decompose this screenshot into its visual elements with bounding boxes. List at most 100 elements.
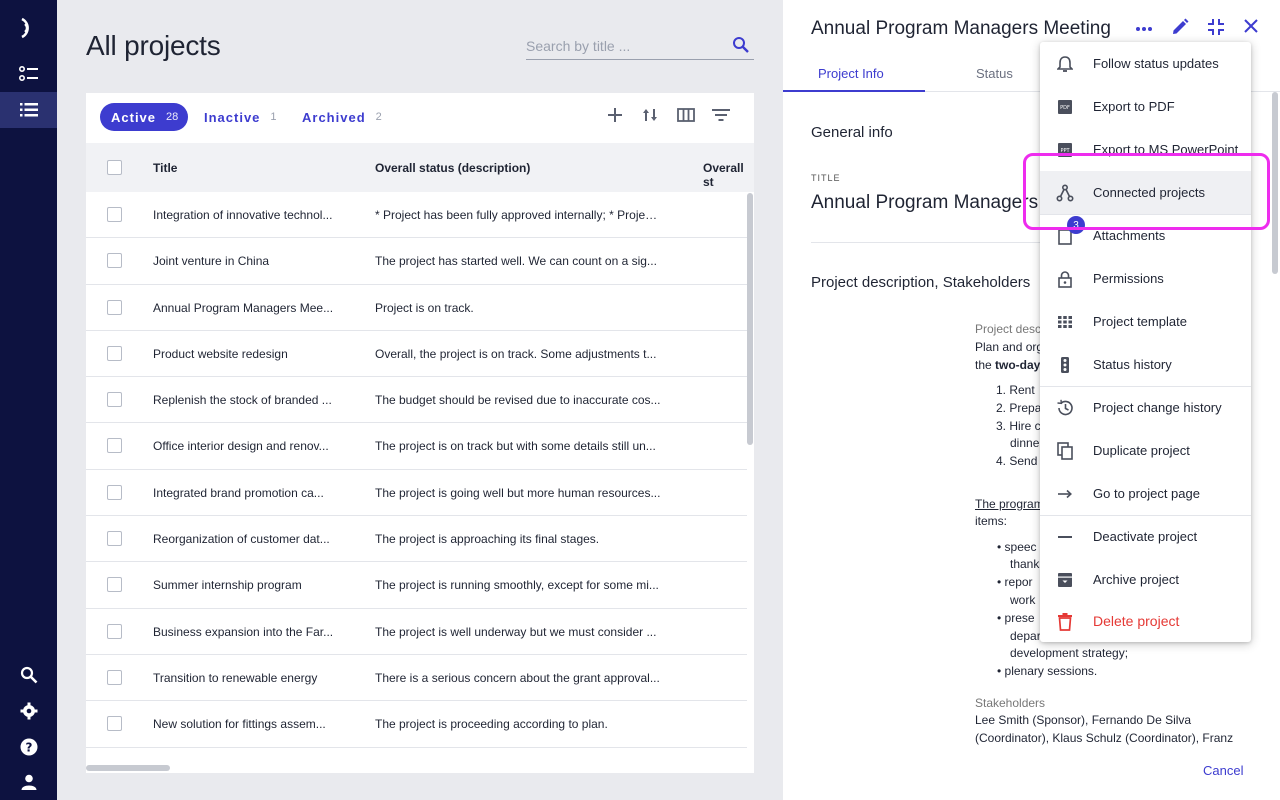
menu-item-duplicate-project[interactable]: Duplicate project xyxy=(1040,429,1251,472)
table-body: Integration of innovative technol... * Pr… xyxy=(86,192,747,748)
row-status: There is a serious concern about the gra… xyxy=(375,670,660,685)
projects-card: Active 28 Inactive 1 Archived 2 Title Overa… xyxy=(86,93,754,773)
row-checkbox[interactable] xyxy=(107,253,122,269)
history-icon xyxy=(1055,398,1075,418)
table-row[interactable]: New solution for fittings assem... The pr… xyxy=(86,701,747,748)
tab-status[interactable]: Status xyxy=(976,66,1013,81)
row-checkbox[interactable] xyxy=(107,299,122,315)
arrow-right-icon xyxy=(1055,484,1075,504)
tab-inactive[interactable]: Inactive 1 xyxy=(204,103,277,131)
app-logo-icon[interactable] xyxy=(0,10,57,46)
row-checkbox[interactable] xyxy=(107,345,122,361)
menu-item-project-template[interactable]: Project template xyxy=(1040,300,1251,343)
menu-item-deactivate-project[interactable]: Deactivate project xyxy=(1040,515,1251,558)
collapse-icon[interactable] xyxy=(1207,18,1225,41)
archive-icon xyxy=(1055,570,1075,590)
row-checkbox[interactable] xyxy=(107,531,122,547)
search-icon[interactable] xyxy=(0,657,57,693)
row-title: Integrated brand promotion ca... xyxy=(153,485,324,500)
tab-project-info[interactable]: Project Info xyxy=(818,66,884,81)
table-vertical-scrollbar[interactable] xyxy=(747,193,753,445)
grid-icon xyxy=(1055,312,1075,332)
table-toolbar: Active 28 Inactive 1 Archived 2 xyxy=(86,93,754,143)
table-row[interactable]: Integrated brand promotion ca... The proj… xyxy=(86,470,747,517)
table-row[interactable]: Reorganization of customer dat... The pro… xyxy=(86,516,747,563)
bullet-item: development strategy; xyxy=(1010,646,1129,660)
description-line: Plan and org xyxy=(975,340,1044,354)
table-row[interactable]: Replenish the stock of branded ... The bu… xyxy=(86,377,747,424)
stakeholders-label: Stakeholders xyxy=(975,696,1046,710)
columns-icon[interactable] xyxy=(677,107,695,128)
numbered-item: 3. Hire c xyxy=(996,419,1041,433)
table-row[interactable]: Product website redesign Overall, the pro… xyxy=(86,331,747,378)
search-icon[interactable] xyxy=(732,36,750,59)
description-heading: Project description, Stakeholders xyxy=(811,274,1031,291)
highlight-annotation xyxy=(1023,153,1270,230)
tasks-icon[interactable] xyxy=(0,56,57,92)
table-horizontal-scrollbar[interactable] xyxy=(86,765,170,771)
row-checkbox[interactable] xyxy=(107,577,122,593)
add-icon[interactable] xyxy=(607,107,623,128)
menu-item-status-history[interactable]: Status history xyxy=(1040,343,1251,386)
row-checkbox[interactable] xyxy=(107,623,122,639)
row-status: The project is on track but with some de… xyxy=(375,439,656,454)
menu-item-go-to-project-page[interactable]: Go to project page xyxy=(1040,472,1251,515)
bullet-item: thank xyxy=(1010,557,1040,571)
row-checkbox[interactable] xyxy=(107,716,122,732)
bell-icon xyxy=(1055,54,1075,74)
description-label: Project desc xyxy=(975,322,1042,336)
table-row[interactable]: Annual Program Managers Mee... Project is… xyxy=(86,285,747,331)
menu-item-project-change-history[interactable]: Project change history xyxy=(1040,386,1251,429)
user-avatar-icon[interactable] xyxy=(0,764,57,800)
program-link[interactable]: The program xyxy=(975,496,1044,514)
table-row[interactable]: Joint venture in China The project has st… xyxy=(86,238,747,285)
lock-icon xyxy=(1055,269,1075,289)
column-header-title[interactable]: Title xyxy=(153,161,177,175)
numbered-item: 1. Rent xyxy=(996,383,1035,397)
row-checkbox[interactable] xyxy=(107,438,122,454)
page-title: All projects xyxy=(86,30,221,61)
row-status: The project is proceeding according to p… xyxy=(375,717,608,732)
gear-icon[interactable] xyxy=(0,693,57,729)
detail-scrollbar[interactable] xyxy=(1272,92,1278,274)
row-status: * Project has been fully approved intern… xyxy=(375,208,661,222)
search-input[interactable] xyxy=(526,34,722,58)
row-checkbox[interactable] xyxy=(107,207,122,222)
close-icon[interactable] xyxy=(1243,18,1259,39)
bullet-item: work xyxy=(1010,593,1036,607)
cancel-button[interactable]: Cancel xyxy=(1203,763,1243,778)
bullet-item: depar xyxy=(1010,629,1041,643)
sort-icon[interactable] xyxy=(642,107,658,128)
edit-icon[interactable] xyxy=(1171,18,1189,41)
table-row[interactable]: Summer internship program The project is … xyxy=(86,562,747,609)
row-title: Reorganization of customer dat... xyxy=(153,532,330,547)
menu-item-permissions[interactable]: Permissions xyxy=(1040,257,1251,300)
menu-item-delete-project[interactable]: Delete project xyxy=(1040,600,1251,643)
menu-item-export-pdf[interactable]: PDF Export to PDF xyxy=(1040,85,1251,128)
bullet-item: • plenary sessions. xyxy=(997,664,1098,678)
table-row[interactable]: Transition to renewable energy There is a… xyxy=(86,655,747,702)
row-title: Joint venture in China xyxy=(153,254,270,269)
row-title: Replenish the stock of branded ... xyxy=(153,393,332,408)
row-status: The project is going well but more human… xyxy=(375,485,661,500)
filter-icon[interactable] xyxy=(712,107,730,128)
row-checkbox[interactable] xyxy=(107,392,122,408)
column-header-overall-status[interactable]: Overall st xyxy=(703,161,754,189)
more-options-icon[interactable] xyxy=(1135,20,1153,43)
row-checkbox[interactable] xyxy=(107,484,122,500)
help-icon[interactable]: ? xyxy=(0,729,57,765)
row-title: Business expansion into the Far... xyxy=(153,624,334,639)
column-header-status-description[interactable]: Overall status (description) xyxy=(375,161,530,175)
table-row[interactable]: Integration of innovative technol... * Pr… xyxy=(86,192,747,239)
tab-archived[interactable]: Archived 2 xyxy=(302,103,382,131)
select-all-checkbox[interactable] xyxy=(107,160,122,175)
projects-list-icon[interactable] xyxy=(0,92,57,128)
menu-item-follow-status-updates[interactable]: Follow status updates xyxy=(1040,42,1251,85)
title-label: TITLE xyxy=(811,173,841,183)
table-row[interactable]: Office interior design and renov... The p… xyxy=(86,423,747,470)
tab-active[interactable]: Active 28 xyxy=(100,103,189,131)
numbered-item: 4. Send xyxy=(996,454,1038,468)
menu-item-archive-project[interactable]: Archive project xyxy=(1040,558,1251,601)
row-checkbox[interactable] xyxy=(107,669,122,685)
table-row[interactable]: Business expansion into the Far... The pr… xyxy=(86,609,747,655)
